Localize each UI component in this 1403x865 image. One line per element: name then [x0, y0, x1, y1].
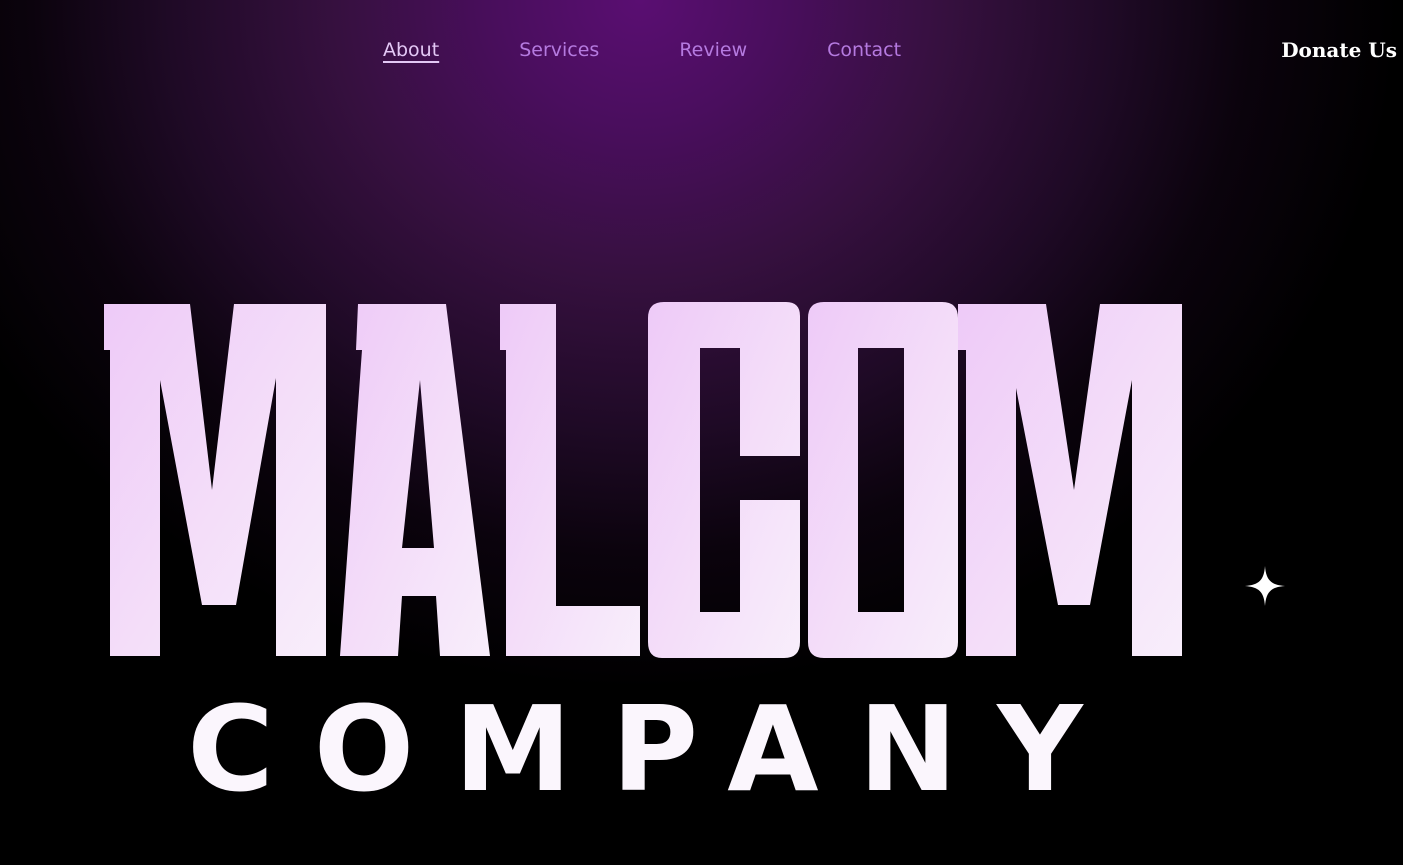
logo-letter-l: [500, 304, 640, 656]
logo-letter-c: [648, 302, 800, 658]
logo-letter-o: [808, 302, 958, 658]
sparkle-icon: [1245, 566, 1285, 606]
logo-letter-m1: [104, 304, 326, 656]
malcom-company-logo: COMPANY: [104, 302, 1182, 818]
hero-page: About Services Review Contact Donate Us: [0, 0, 1403, 865]
logo-subtitle: COMPANY: [187, 680, 1123, 818]
logo-subtitle-text: COMPANY: [187, 680, 1123, 818]
logo-letter-a: [340, 304, 490, 656]
logo-letter-m2: [958, 304, 1182, 656]
